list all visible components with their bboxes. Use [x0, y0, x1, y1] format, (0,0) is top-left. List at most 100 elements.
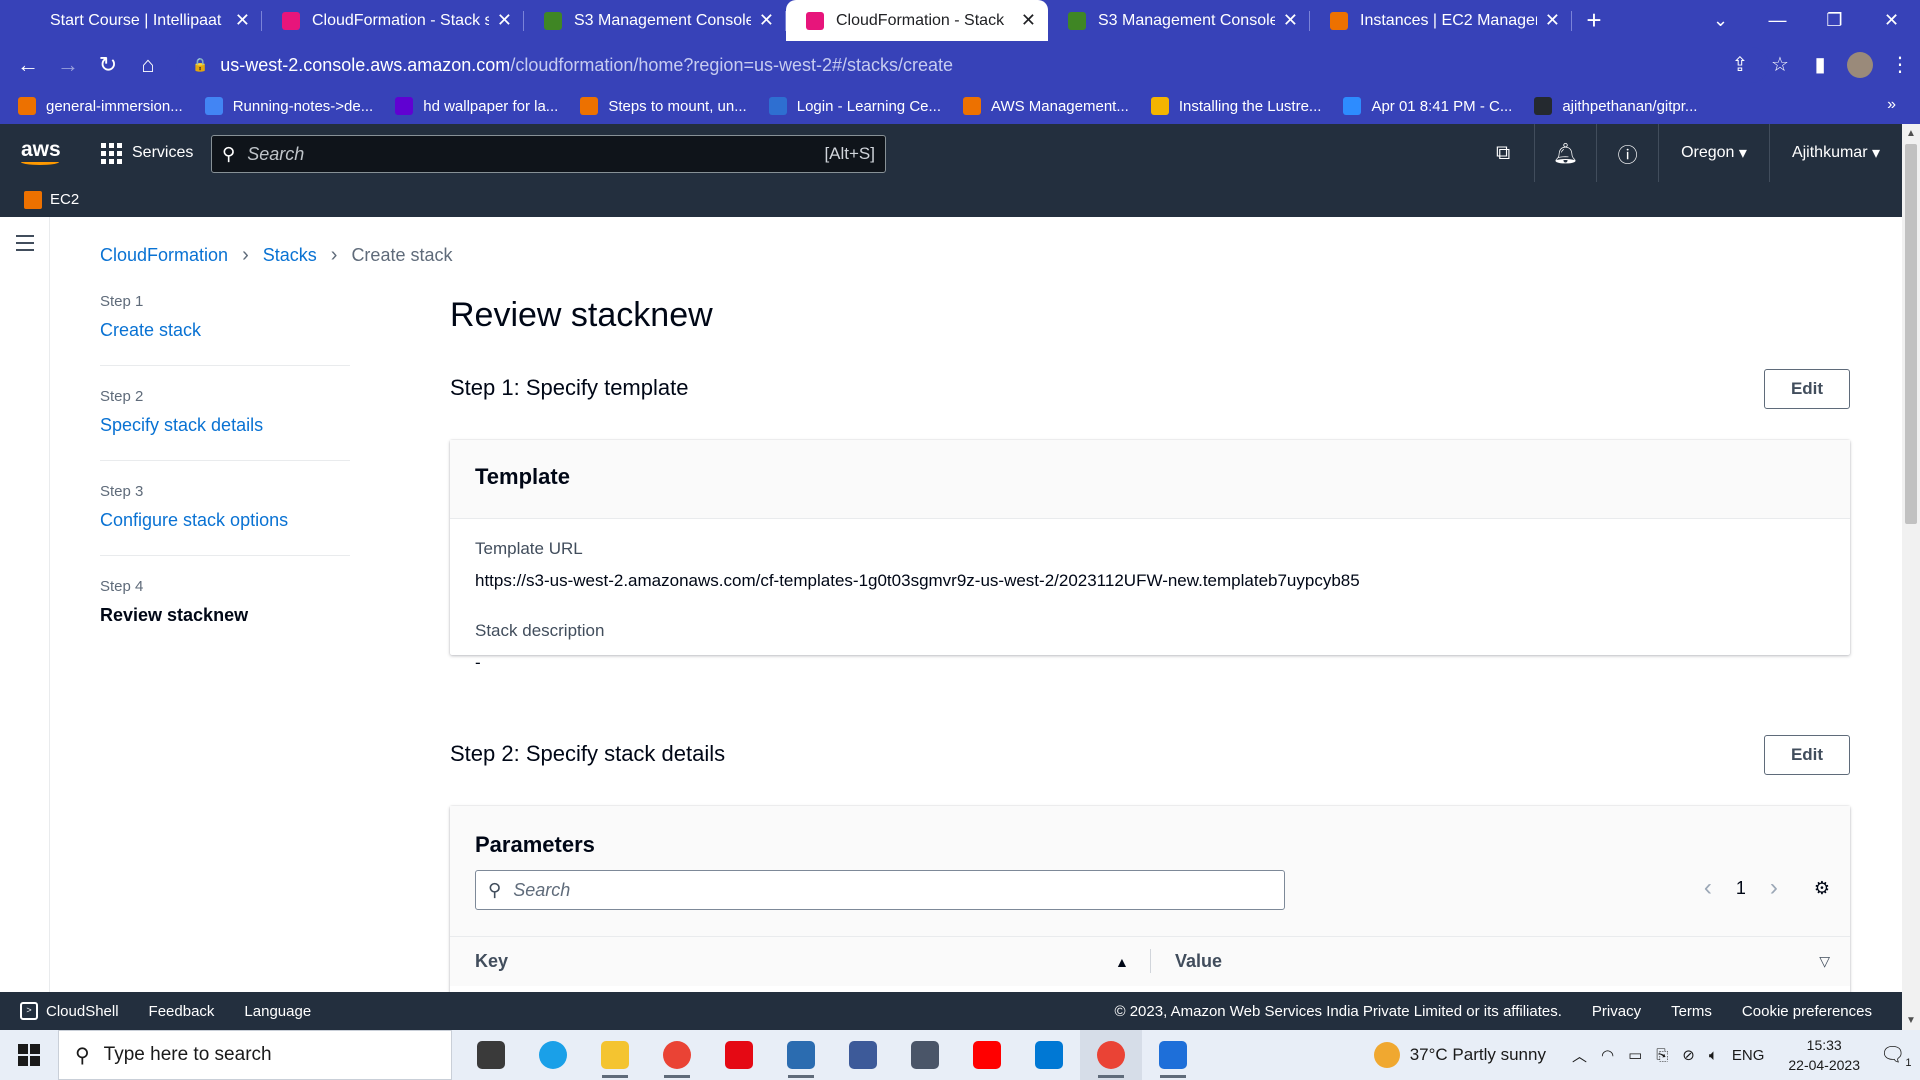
bookmark-item[interactable]: ajithpethanan/gitpr... — [1534, 97, 1697, 115]
taskbar-app-youtube[interactable] — [956, 1030, 1018, 1080]
browser-tab[interactable]: S3 Management Console ✕ — [1048, 0, 1310, 41]
cloudshell-footer-button[interactable]: > CloudShell — [20, 1002, 119, 1020]
edit-stack-details-button[interactable]: Edit — [1764, 735, 1850, 775]
edit-template-button[interactable]: Edit — [1764, 369, 1850, 409]
aws-search-input[interactable]: ⚲ Search [Alt+S] — [211, 135, 886, 173]
browser-tab[interactable]: Start Course | Intellipaat ✕ — [0, 0, 262, 41]
page-number[interactable]: 1 — [1736, 878, 1746, 899]
close-tab-icon[interactable]: ✕ — [759, 10, 774, 31]
notifications-bell-icon[interactable]: 🔔︎ — [1534, 124, 1596, 182]
next-page-icon[interactable]: › — [1770, 874, 1778, 902]
taskbar-app-netflix[interactable] — [708, 1030, 770, 1080]
cloudshell-icon[interactable]: ⧉ — [1472, 124, 1534, 182]
close-tab-icon[interactable]: ✕ — [1545, 10, 1560, 31]
tab-search-icon[interactable]: ⌄ — [1692, 0, 1749, 41]
browser-menu-icon[interactable]: ⋮ — [1880, 52, 1920, 77]
close-window-button[interactable]: ✕ — [1863, 0, 1920, 41]
column-header-value[interactable]: Value — [1175, 951, 1222, 972]
restore-button[interactable]: ❐ — [1806, 0, 1863, 41]
services-menu-button[interactable]: Services — [101, 142, 193, 164]
taskbar-app-file-explorer[interactable] — [584, 1030, 646, 1080]
url-field[interactable]: 🔒 us-west-2.console.aws.amazon.com/cloud… — [176, 47, 1769, 83]
battery-icon[interactable]: ▭ — [1628, 1046, 1642, 1064]
chevron-up-icon[interactable]: ︿ — [1572, 1045, 1587, 1066]
weather-widget[interactable]: 37°C Partly sunny — [1373, 1042, 1546, 1068]
close-tab-icon[interactable]: ✕ — [1021, 10, 1036, 31]
wizard-step-link[interactable]: Configure stack options — [100, 510, 350, 531]
wizard-step-link[interactable]: Create stack — [100, 320, 350, 341]
scroll-up-icon[interactable]: ▲ — [1906, 128, 1916, 139]
bookmarks-overflow-icon[interactable]: » — [1887, 96, 1896, 114]
taskbar-search-input[interactable]: ⚲ Type here to search — [58, 1030, 452, 1080]
taskbar-app-task-view[interactable] — [460, 1030, 522, 1080]
scrollbar-thumb[interactable] — [1905, 144, 1917, 524]
browser-tab[interactable]: Instances | EC2 Management ✕ — [1310, 0, 1572, 41]
new-tab-button[interactable]: + — [1572, 0, 1616, 41]
bookmark-item[interactable]: general-immersion... — [18, 97, 183, 115]
taskbar-app-edge[interactable] — [522, 1030, 584, 1080]
browser-tab[interactable]: S3 Management Console ✕ — [524, 0, 786, 41]
close-tab-icon[interactable]: ✕ — [235, 10, 250, 31]
taskbar-app-system-app[interactable] — [894, 1030, 956, 1080]
terms-link[interactable]: Terms — [1671, 1003, 1712, 1020]
hamburger-menu-icon[interactable] — [16, 235, 34, 256]
aws-logo[interactable]: aws — [21, 139, 67, 165]
bookmark-item[interactable]: hd wallpaper for la... — [395, 97, 558, 115]
account-menu[interactable]: Ajithkumar ▾ — [1768, 124, 1902, 182]
minimize-button[interactable]: — — [1749, 0, 1806, 41]
cookie-preferences-link[interactable]: Cookie preferences — [1742, 1003, 1872, 1020]
forward-icon[interactable]: → — [48, 45, 88, 85]
stack-description-value: - — [475, 653, 481, 672]
tab-favicon-icon — [20, 11, 38, 30]
volume-icon[interactable]: 🔈︎ — [1709, 1047, 1718, 1064]
side-panel-icon[interactable]: ▮ — [1800, 52, 1840, 77]
previous-page-icon[interactable]: ‹ — [1704, 874, 1712, 902]
bookmark-item[interactable]: AWS Management... — [963, 97, 1129, 115]
bookmark-star-icon[interactable]: ☆ — [1760, 52, 1800, 77]
wizard-step-link[interactable]: Specify stack details — [100, 415, 350, 436]
search-shortcut-hint: [Alt+S] — [824, 144, 875, 163]
bookmark-item[interactable]: Running-notes->de... — [204, 97, 373, 115]
profile-avatar[interactable] — [1840, 51, 1880, 78]
favorite-ec2-link[interactable]: EC2 — [50, 191, 79, 208]
reload-icon[interactable]: ↻ — [88, 45, 128, 85]
start-button[interactable] — [0, 1030, 58, 1080]
taskbar-app-remote-desktop[interactable] — [770, 1030, 832, 1080]
help-icon[interactable]: ⓘ — [1596, 124, 1658, 182]
meet-icon[interactable]: ⎘ — [1656, 1047, 1668, 1064]
notification-center-icon[interactable]: 🗨︎1 — [1880, 1042, 1920, 1069]
input-language[interactable]: ENG — [1732, 1047, 1765, 1064]
taskbar-app-chrome-profile[interactable] — [1080, 1030, 1142, 1080]
region-selector[interactable]: Oregon ▾ — [1658, 124, 1769, 182]
parameters-search-input[interactable]: ⚲ Search — [475, 870, 1285, 910]
page-scrollbar[interactable]: ▲ ▼ — [1902, 124, 1920, 1030]
taskbar-app-store[interactable] — [1018, 1030, 1080, 1080]
sort-ascending-icon[interactable]: ▲ — [1115, 954, 1129, 970]
bookmark-item[interactable]: Steps to mount, un... — [580, 97, 747, 115]
feedback-link[interactable]: Feedback — [149, 1003, 215, 1020]
taskbar-app-chrome[interactable] — [646, 1030, 708, 1080]
clock[interactable]: 15:33 22-04-2023 — [1788, 1035, 1860, 1075]
close-tab-icon[interactable]: ✕ — [1283, 10, 1298, 31]
language-link[interactable]: Language — [244, 1003, 311, 1020]
privacy-link[interactable]: Privacy — [1592, 1003, 1641, 1020]
taskbar-app-photos[interactable] — [1142, 1030, 1204, 1080]
close-tab-icon[interactable]: ✕ — [497, 10, 512, 31]
column-header-key[interactable]: Key — [475, 951, 1135, 972]
breadcrumb-stacks[interactable]: Stacks — [263, 245, 317, 266]
back-icon[interactable]: ← — [8, 45, 48, 85]
bookmark-item[interactable]: Login - Learning Ce... — [768, 97, 941, 115]
home-icon[interactable]: ⌂ — [128, 45, 168, 85]
bookmark-item[interactable]: Installing the Lustre... — [1150, 97, 1321, 115]
share-icon[interactable]: ⇪ — [1720, 52, 1760, 77]
wifi-icon[interactable]: ◠ — [1601, 1046, 1614, 1064]
taskbar-app-network-app[interactable] — [832, 1030, 894, 1080]
security-icon[interactable]: ⊘ — [1682, 1046, 1695, 1064]
sort-descending-icon[interactable]: ▽ — [1819, 953, 1830, 970]
scroll-down-icon[interactable]: ▼ — [1906, 1015, 1916, 1026]
browser-tab[interactable]: CloudFormation - Stack ✕ — [786, 0, 1048, 41]
breadcrumb-cloudformation[interactable]: CloudFormation — [100, 245, 228, 266]
bookmark-item[interactable]: Apr 01 8:41 PM - C... — [1343, 97, 1512, 115]
browser-tab[interactable]: CloudFormation - Stack start ✕ — [262, 0, 524, 41]
settings-gear-icon[interactable]: ⚙ — [1814, 878, 1830, 899]
